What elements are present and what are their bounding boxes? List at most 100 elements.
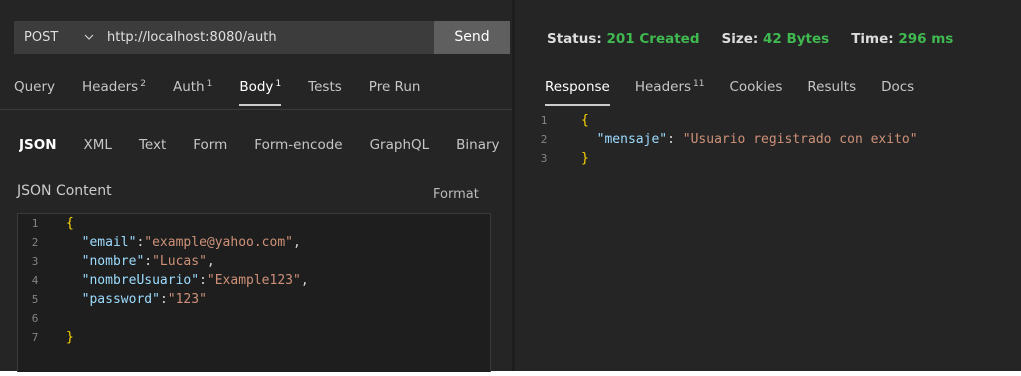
response-panel: Status: 201 Created Size: 42 Bytes Time:… [515, 0, 1021, 371]
tab-pre-run[interactable]: Pre Run [369, 79, 421, 95]
body-tab-text[interactable]: Text [139, 137, 166, 153]
time-value: 296 ms [898, 31, 954, 47]
response-tab-response[interactable]: Response [545, 79, 610, 106]
tab-label: Headers [82, 79, 139, 95]
response-tab-headers[interactable]: Headers 11 [635, 79, 705, 95]
tab-count-badge: 1 [275, 79, 282, 89]
code-line: 4 "nombreUsuario":"Example123", [18, 271, 490, 290]
code-token: "email" [81, 235, 137, 250]
body-type-tabs: JSON XML Text Form Form-encode GraphQL Binary [19, 137, 512, 153]
status-value: 201 Created [606, 31, 700, 47]
time-label: Time: [851, 31, 894, 47]
code-line: 3 "nombre":"Lucas", [18, 252, 490, 271]
tab-label: Form [193, 137, 228, 153]
line-number: 2 [31, 236, 39, 249]
code-token: "Example123" [206, 273, 301, 288]
size-label: Size: [721, 31, 759, 47]
json-content-label: JSON Content [17, 183, 112, 199]
code-token: } [581, 151, 589, 166]
body-tab-binary[interactable]: Binary [456, 137, 499, 153]
tab-label: GraphQL [369, 137, 430, 153]
tab-auth[interactable]: Auth 1 [173, 79, 212, 95]
code-line: 6 [18, 309, 490, 328]
tab-label: Response [545, 79, 610, 95]
code-line: 1{ [530, 111, 1021, 130]
body-tab-form[interactable]: Form [193, 137, 227, 153]
code-line: 7} [18, 328, 490, 347]
body-tab-xml[interactable]: XML [84, 137, 112, 153]
code-text: "password":"123" [66, 290, 207, 309]
body-tab-form-encode[interactable]: Form-encode [254, 137, 342, 153]
send-button[interactable]: Send [434, 21, 510, 54]
code-token: "example@yahoo.com" [144, 235, 293, 250]
code-token: , [293, 235, 301, 250]
code-token: "password" [81, 292, 160, 307]
tab-count-badge: 11 [693, 79, 705, 89]
request-bar: POST http://localhost:8080/auth Send [14, 21, 510, 54]
tab-headers[interactable]: Headers 2 [82, 79, 146, 95]
line-number: 3 [540, 152, 548, 165]
response-tabs: Response Headers 11 Cookies Results Docs [545, 79, 939, 106]
request-body-editor[interactable]: 1{2 "email":"example@yahoo.com", 3 "nombr… [17, 213, 491, 372]
code-token: { [66, 216, 74, 231]
code-line: 5 "password":"123" [18, 290, 490, 309]
response-status-bar: Status: 201 Created Size: 42 Bytes Time:… [547, 31, 975, 47]
method-select[interactable]: POST [14, 21, 104, 54]
line-number: 1 [540, 114, 548, 127]
tab-query[interactable]: Query [14, 79, 55, 95]
code-text: "nombreUsuario":"Example123", [66, 271, 309, 290]
line-number: 2 [540, 133, 548, 146]
tab-count-badge: 1 [206, 79, 213, 89]
response-tab-docs[interactable]: Docs [881, 79, 914, 95]
tab-label: Docs [881, 79, 915, 95]
code-token: : [667, 132, 683, 147]
tab-label: Results [807, 79, 857, 95]
chevron-down-icon [84, 34, 94, 40]
code-token: , [206, 254, 215, 269]
tab-label: Cookies [729, 79, 783, 95]
tab-label: Query [14, 79, 56, 95]
format-button[interactable]: Format [433, 187, 479, 202]
code-line: 2 "mensaje": "Usuario registrado con exi… [530, 130, 1021, 149]
line-number: 1 [31, 217, 39, 230]
size-group: Size: 42 Bytes [721, 31, 829, 47]
code-token: { [581, 113, 589, 128]
response-tab-cookies[interactable]: Cookies [730, 79, 783, 95]
line-number: 5 [31, 293, 39, 306]
code-token: : [144, 254, 153, 269]
code-line: 3} [530, 149, 1021, 168]
tab-label: Tests [308, 79, 342, 95]
code-token: "nombreUsuario" [81, 273, 200, 288]
response-body-viewer: 1{2 "mensaje": "Usuario registrado con e… [530, 111, 1021, 181]
tab-label: XML [83, 137, 112, 153]
tab-tests[interactable]: Tests [308, 79, 342, 95]
code-token: , [300, 273, 309, 288]
code-token: : [159, 292, 168, 307]
code-text: "mensaje": "Usuario registrado con exito… [581, 130, 918, 149]
response-tab-results[interactable]: Results [807, 79, 856, 95]
code-text: } [66, 328, 74, 347]
url-input[interactable]: http://localhost:8080/auth [107, 21, 429, 54]
code-token: } [66, 330, 74, 345]
code-text: { [581, 111, 589, 130]
tab-label: JSON [19, 137, 57, 153]
line-number: 3 [31, 255, 39, 268]
code-token: "Lucas" [152, 254, 207, 269]
body-tab-graphql[interactable]: GraphQL [370, 137, 430, 153]
size-value: 42 Bytes [762, 31, 830, 47]
tab-body[interactable]: Body 1 [239, 79, 282, 106]
code-line: 1{ [18, 214, 490, 233]
code-line: 2 "email":"example@yahoo.com", [18, 233, 490, 252]
code-text: "nombre":"Lucas", [66, 252, 215, 271]
divider [0, 109, 512, 110]
line-number: 7 [31, 331, 39, 344]
code-token: "mensaje" [596, 132, 668, 147]
tab-label: Body [239, 79, 274, 95]
body-tab-json[interactable]: JSON [19, 137, 57, 153]
code-token: "Usuario registrado con exito" [682, 132, 918, 147]
tab-label: Binary [456, 137, 500, 153]
